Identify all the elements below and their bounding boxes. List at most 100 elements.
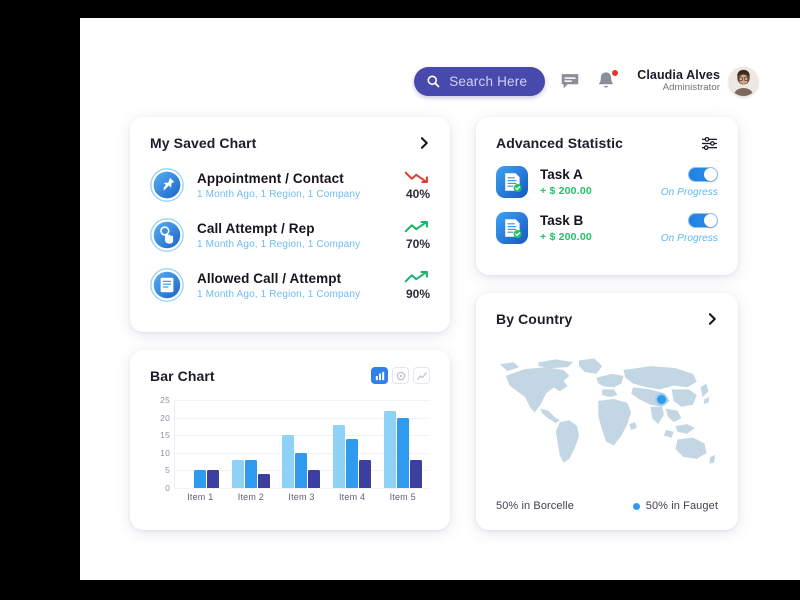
- bar-group: [383, 400, 422, 488]
- list-item-title: Task B: [540, 213, 584, 228]
- map-legend: 50% in Borcelle 50% in Fauget: [496, 500, 718, 512]
- list-item-text: Task B + $ 200.00: [540, 213, 661, 243]
- chart-view-toggles: [371, 367, 430, 384]
- x-tick: Item 5: [389, 492, 416, 502]
- bar: [308, 470, 321, 488]
- x-axis-labels: Item 1 Item 2 Item 3 Item 4 Item 5: [175, 492, 428, 502]
- bar: [282, 435, 295, 488]
- toggle-knob: [704, 213, 717, 227]
- list-item-percent: 90%: [405, 286, 430, 301]
- y-tick: 10: [160, 447, 170, 458]
- trend-up-icon: [404, 270, 428, 282]
- line-view-button[interactable]: [413, 367, 430, 384]
- pie-view-button[interactable]: [392, 367, 409, 384]
- bar: [231, 459, 244, 488]
- toggle-knob: [704, 167, 717, 181]
- page-title-advanced-statistic: Advanced Statistic: [496, 135, 624, 151]
- bar-chart-icon: [375, 371, 384, 380]
- advanced-statistic-card: Advanced Statistic Task A + $ 200.00 On …: [476, 117, 738, 275]
- y-tick: 5: [165, 465, 170, 476]
- bar: [257, 473, 270, 488]
- legend-label: 50% in Fauget: [645, 500, 718, 512]
- list-item-stat: 40%: [388, 170, 430, 201]
- list-item-text: Allowed Call / Attempt 1 Month Ago, 1 Re…: [197, 271, 388, 300]
- sliders-icon[interactable]: [701, 136, 718, 151]
- y-tick: 0: [165, 483, 170, 493]
- list-item-meta: 1 Month Ago, 1 Region, 1 Company: [197, 188, 361, 200]
- bar-view-button[interactable]: [371, 367, 388, 384]
- list-item-meta: 1 Month Ago, 1 Region, 1 Company: [197, 288, 361, 300]
- notification-badge: [611, 69, 620, 77]
- bar: [409, 459, 422, 488]
- legend-item-borcelle: 50% in Borcelle: [496, 500, 574, 512]
- task-toggle[interactable]: [688, 212, 718, 228]
- tap-hand-icon: [150, 218, 184, 252]
- search-placeholder-text: Search Here: [449, 73, 528, 89]
- list-item-title: Appointment / Contact: [197, 170, 344, 186]
- list-item[interactable]: Task A + $ 200.00 On Progress: [496, 166, 718, 198]
- bar-group: [231, 400, 270, 488]
- bar: [396, 417, 409, 488]
- message-bubble-icon: [561, 74, 579, 89]
- user-role: Administrator: [662, 81, 720, 93]
- list-item-stat: 90%: [388, 270, 430, 301]
- list-item-text: Call Attempt / Rep 1 Month Ago, 1 Region…: [197, 221, 388, 250]
- invoice-check-icon: [496, 166, 528, 198]
- top-bar: Search Here Claudia Alves Administrator: [80, 58, 770, 104]
- list-item-controls: On Progress: [661, 166, 718, 198]
- x-tick: Item 3: [288, 492, 315, 502]
- bar-group: [282, 400, 321, 488]
- y-tick: 20: [160, 412, 170, 423]
- user-text: Claudia Alves Administrator: [637, 68, 720, 93]
- list-item[interactable]: Call Attempt / Rep 1 Month Ago, 1 Region…: [150, 218, 430, 252]
- user-avatar-image: [729, 66, 758, 96]
- list-item-percent: 40%: [405, 186, 430, 201]
- saved-chart-header: My Saved Chart: [150, 135, 430, 151]
- trend-up-icon: [404, 220, 428, 232]
- y-tick: 25: [160, 395, 170, 405]
- bar: [194, 470, 207, 488]
- list-item-amount: + $ 200.00: [540, 185, 592, 197]
- list-item[interactable]: Task B + $ 200.00 On Progress: [496, 212, 718, 244]
- bar-chart-header: Bar Chart: [150, 367, 430, 384]
- user-name: Claudia Alves: [637, 68, 720, 83]
- list-item[interactable]: Allowed Call / Attempt 1 Month Ago, 1 Re…: [150, 268, 430, 302]
- chevron-right-icon[interactable]: [707, 312, 718, 326]
- legend-color-dot: [632, 502, 640, 510]
- user-menu[interactable]: Claudia Alves Administrator: [637, 66, 758, 96]
- legend-label: 50% in Borcelle: [496, 500, 574, 512]
- list-item-amount: + $ 200.00: [540, 231, 592, 243]
- trend-down-icon: [404, 171, 428, 183]
- notifications-button[interactable]: [595, 69, 620, 92]
- bar-chart-card: Bar Chart 25 20 15 10 5 0 Item 1 Item 2 …: [130, 350, 450, 530]
- messages-button[interactable]: [559, 70, 581, 92]
- list-item-title: Call Attempt / Rep: [197, 220, 315, 236]
- y-axis-labels: 25 20 15 10 5 0: [150, 395, 170, 493]
- invoice-check-icon: [496, 212, 528, 244]
- avatar[interactable]: [729, 66, 758, 96]
- page-title-saved-chart: My Saved Chart: [150, 135, 257, 151]
- list-item-controls: On Progress: [660, 212, 718, 244]
- page-title-by-country: By Country: [496, 311, 573, 327]
- bar: [244, 459, 257, 488]
- x-tick: Item 4: [338, 492, 366, 502]
- x-tick: Item 2: [237, 492, 264, 502]
- list-item-percent: 70%: [405, 236, 430, 251]
- my-saved-chart-card: My Saved Chart Appointment / Contact 1 M…: [130, 117, 450, 332]
- dashboard-root: Search Here Claudia Alves Administrator: [80, 18, 800, 580]
- status-badge: On Progress: [660, 232, 718, 244]
- chart-bars: [175, 400, 428, 488]
- world-map: [496, 345, 718, 480]
- bar: [383, 410, 396, 488]
- list-item-meta: 1 Month Ago, 1 Region, 1 Company: [197, 238, 361, 250]
- task-toggle[interactable]: [688, 166, 718, 182]
- search-input[interactable]: Search Here: [414, 66, 546, 96]
- list-item[interactable]: Appointment / Contact 1 Month Ago, 1 Reg…: [150, 168, 430, 202]
- list-item-title: Task A: [540, 167, 583, 182]
- advanced-statistic-list: Task A + $ 200.00 On Progress Task B + $…: [496, 166, 718, 244]
- bar: [295, 452, 308, 488]
- chevron-right-icon[interactable]: [419, 136, 430, 150]
- line-chart-icon: [416, 371, 427, 380]
- list-item-stat: 70%: [388, 220, 430, 251]
- by-country-header: By Country: [496, 311, 718, 327]
